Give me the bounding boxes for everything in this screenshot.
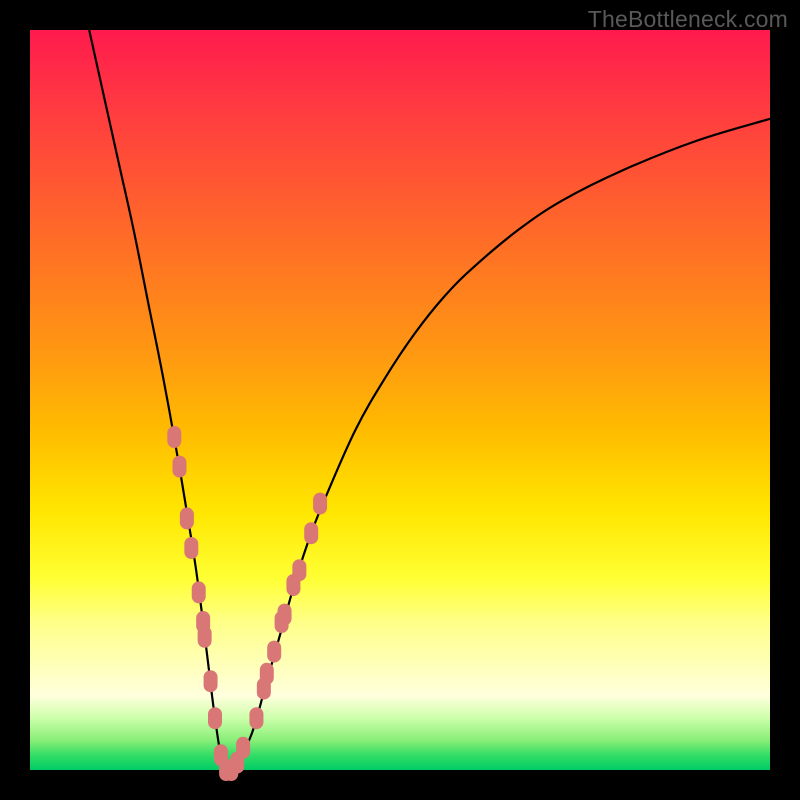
marker-dot <box>267 641 281 663</box>
marker-dot <box>249 707 263 729</box>
marker-dot <box>192 581 206 603</box>
chart-overlay-svg <box>30 30 770 770</box>
watermark-text: TheBottleneck.com <box>588 6 788 33</box>
marker-dot <box>304 522 318 544</box>
marker-dot <box>172 456 186 478</box>
marker-dot <box>278 604 292 626</box>
marker-dot <box>313 493 327 515</box>
marker-dot <box>260 663 274 685</box>
marker-dot <box>180 507 194 529</box>
bottleneck-curve <box>89 30 770 770</box>
marker-dot <box>167 426 181 448</box>
marker-dot <box>292 559 306 581</box>
chart-frame: TheBottleneck.com <box>0 0 800 800</box>
marker-dot <box>208 707 222 729</box>
plot-area <box>30 30 770 770</box>
marker-dot <box>198 626 212 648</box>
marker-dot <box>204 670 218 692</box>
marker-dot <box>184 537 198 559</box>
highlight-markers <box>167 426 327 781</box>
marker-dot <box>236 737 250 759</box>
